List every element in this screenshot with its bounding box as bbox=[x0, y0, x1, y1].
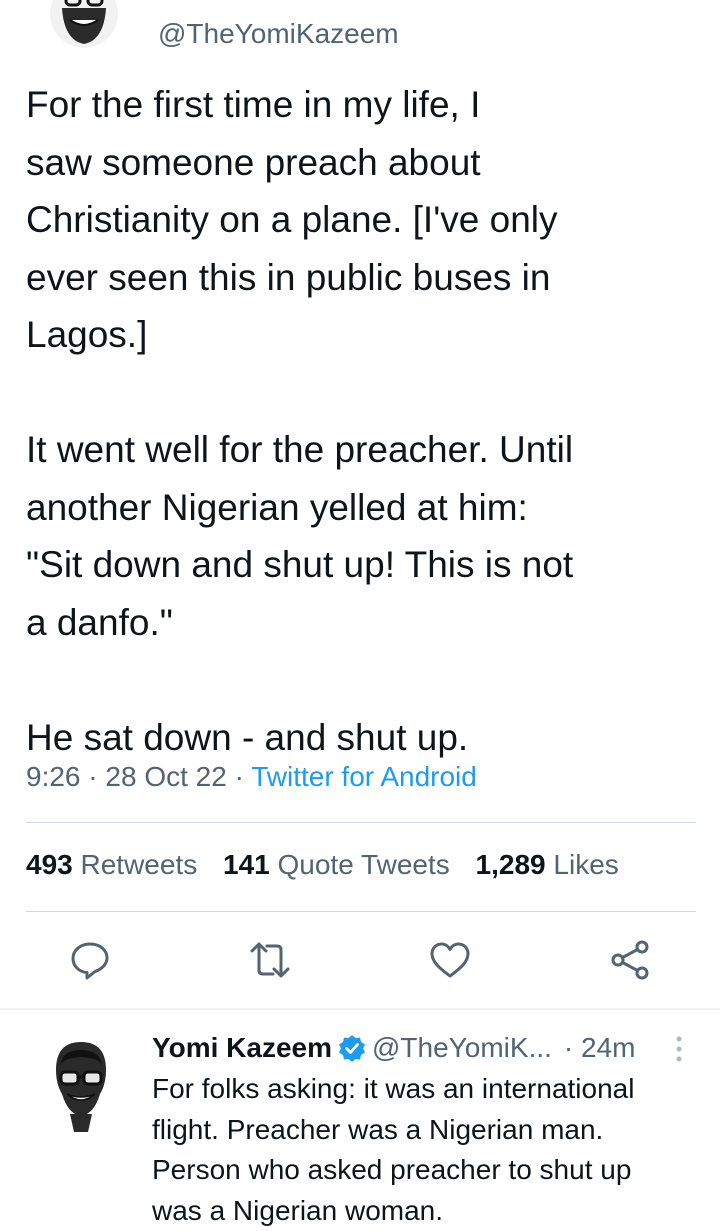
reply-text: For folks asking: it was an internationa… bbox=[152, 1073, 635, 1226]
more-vertical-icon bbox=[676, 1036, 682, 1062]
tweet-text: For the first time in my life, I saw som… bbox=[26, 84, 574, 758]
quote-tweets-stat[interactable]: 141 Quote Tweets bbox=[223, 849, 450, 880]
author-handle[interactable]: @TheYomiKazeem bbox=[158, 18, 399, 50]
likes-label: Likes bbox=[553, 849, 619, 880]
meta-separator: · bbox=[80, 761, 106, 792]
tweet-source-link[interactable]: Twitter for Android bbox=[251, 761, 477, 792]
reply-author-name[interactable]: Yomi Kazeem bbox=[152, 1032, 332, 1064]
retweet-button[interactable] bbox=[248, 938, 292, 982]
reply-icon bbox=[71, 942, 109, 980]
quote-tweets-label: Quote Tweets bbox=[277, 849, 450, 880]
author-avatar[interactable] bbox=[48, 0, 120, 50]
more-options-button[interactable] bbox=[672, 1034, 686, 1064]
tweet-time[interactable]: 9:26 bbox=[26, 761, 81, 792]
retweets-label: Retweets bbox=[80, 849, 198, 880]
tweet-stats: 493 Retweets 141 Quote Tweets 1,289 Like… bbox=[26, 849, 619, 881]
tweet-meta: 9:26 · 28 Oct 22 · Twitter for Android bbox=[26, 761, 477, 793]
like-button[interactable] bbox=[428, 938, 472, 982]
verified-badge-icon bbox=[339, 1035, 365, 1062]
divider bbox=[26, 911, 696, 912]
reply-button[interactable] bbox=[68, 938, 112, 982]
likes-stat[interactable]: 1,289 Likes bbox=[476, 849, 619, 880]
share-icon bbox=[611, 940, 649, 980]
reply-header: Yomi Kazeem @TheYomiK... · 24m bbox=[152, 1032, 636, 1064]
reply-author-handle[interactable]: @TheYomiK... bbox=[372, 1032, 552, 1064]
share-button[interactable] bbox=[608, 938, 652, 982]
divider bbox=[26, 822, 696, 823]
reply-author-avatar[interactable] bbox=[48, 1040, 114, 1132]
reply-time[interactable]: · 24m bbox=[564, 1032, 636, 1064]
tweet-date[interactable]: 28 Oct 22 bbox=[105, 761, 226, 792]
meta-separator: · bbox=[226, 761, 252, 792]
like-icon bbox=[430, 942, 470, 978]
retweets-stat[interactable]: 493 Retweets bbox=[26, 849, 197, 880]
quote-tweets-count: 141 bbox=[223, 849, 270, 880]
retweets-count: 493 bbox=[26, 849, 73, 880]
divider bbox=[0, 1008, 720, 1010]
likes-count: 1,289 bbox=[475, 849, 546, 880]
retweet-icon bbox=[250, 942, 290, 978]
